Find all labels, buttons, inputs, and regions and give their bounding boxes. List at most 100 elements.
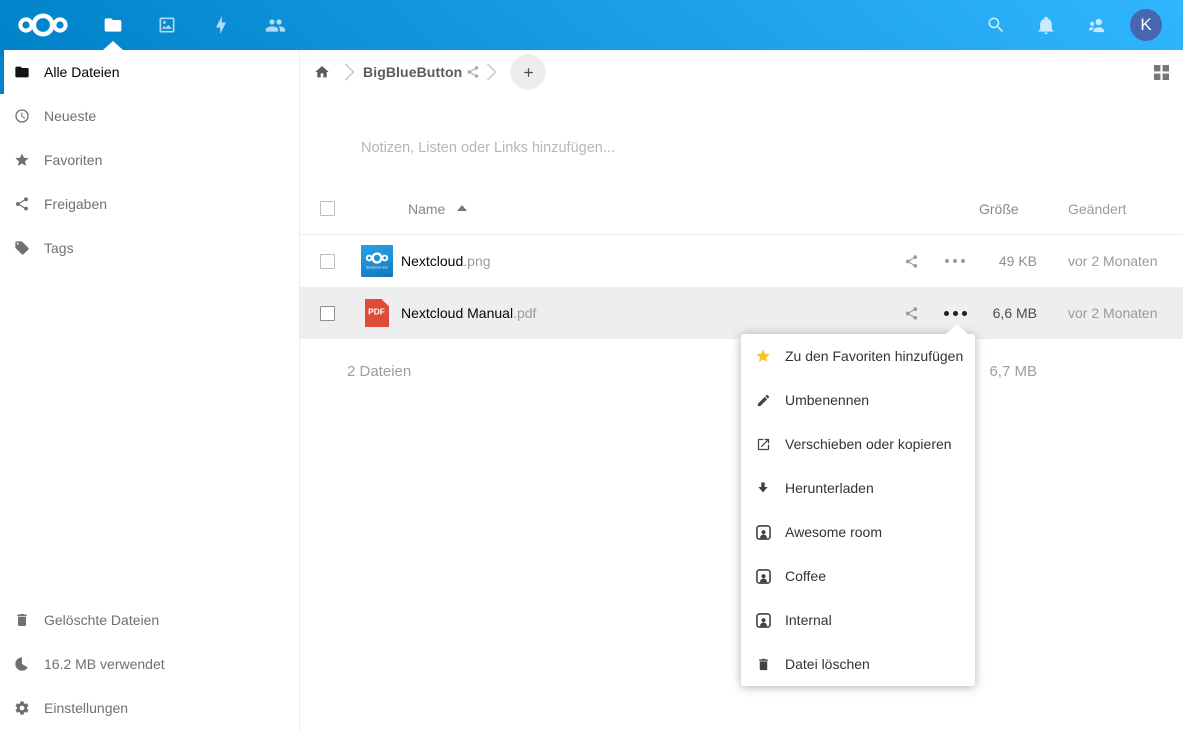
active-app-pointer xyxy=(103,41,123,50)
chevron-right-icon xyxy=(486,63,497,81)
contacts-menu-icon xyxy=(1086,15,1107,36)
file-row-nextcloud-manual-pdf[interactable]: PDF Nextcloud Manual.pdf 6,6 MB vor 2 Mo… xyxy=(300,287,1183,339)
trash-icon xyxy=(741,657,785,672)
select-all-checkbox[interactable] xyxy=(320,201,335,216)
row-checkbox[interactable] xyxy=(320,254,335,269)
share-icon xyxy=(0,196,44,212)
more-actions-button[interactable] xyxy=(933,239,977,283)
app-photos[interactable] xyxy=(140,0,194,50)
add-new-button[interactable] xyxy=(510,54,546,90)
header-bar: K xyxy=(0,0,1183,50)
column-header-modified[interactable]: Geändert xyxy=(1037,201,1183,217)
menu-item-room-internal[interactable]: Internal xyxy=(741,598,975,642)
chevron-right-icon xyxy=(344,63,355,81)
sort-ascending-icon xyxy=(457,205,467,211)
grid-view-toggle[interactable] xyxy=(1144,55,1178,89)
plus-icon xyxy=(521,65,536,80)
row-checkbox[interactable] xyxy=(320,306,335,321)
share-button[interactable] xyxy=(889,239,933,283)
file-size: 49 KB xyxy=(979,253,1037,269)
app-files[interactable] xyxy=(86,0,140,50)
row-actions xyxy=(889,239,979,283)
sidebar-item-tags[interactable]: Tags xyxy=(0,226,299,270)
sidebar-item-label: Freigaben xyxy=(44,196,107,212)
notifications-button[interactable] xyxy=(1021,0,1071,50)
file-table-header: Name Größe Geändert xyxy=(300,183,1183,235)
notes-placeholder: Notizen, Listen oder Links hinzufügen... xyxy=(361,140,615,156)
sidebar-item-label: Alle Dateien xyxy=(44,64,120,80)
grid-view-icon xyxy=(1154,65,1169,80)
sidebar-item-label: Einstellungen xyxy=(44,700,128,716)
files-content: BigBlueButton Notizen, Listen oder Links… xyxy=(300,50,1183,731)
sidebar-item-label: Favoriten xyxy=(44,152,102,168)
contacts-menu-button[interactable] xyxy=(1071,0,1121,50)
more-dots-icon xyxy=(943,259,967,263)
menu-item-move-copy[interactable]: Verschieben oder kopieren xyxy=(741,422,975,466)
clock-icon xyxy=(0,108,44,124)
breadcrumb-share-button[interactable] xyxy=(466,65,480,79)
star-icon xyxy=(741,348,785,364)
breadcrumb: BigBlueButton xyxy=(300,50,1183,94)
menu-caret xyxy=(946,324,968,334)
file-thumbnail-pdf[interactable]: PDF xyxy=(361,297,393,329)
share-icon xyxy=(904,306,919,321)
nextcloud-logo[interactable] xyxy=(13,8,73,42)
folder-icon xyxy=(0,64,44,80)
menu-item-rename[interactable]: Umbenennen xyxy=(741,378,975,422)
pencil-icon xyxy=(741,393,785,408)
sidebar-spacer xyxy=(0,270,299,598)
tag-icon xyxy=(0,240,44,256)
svg-text:Nextcloud Hub: Nextcloud Hub xyxy=(366,266,388,270)
sidebar-item-shares[interactable]: Freigaben xyxy=(0,182,299,226)
sidebar-item-deleted-files[interactable]: Gelöschte Dateien xyxy=(0,598,299,642)
breadcrumb-folder-name[interactable]: BigBlueButton xyxy=(363,64,462,80)
room-icon xyxy=(741,613,785,628)
more-dots-icon xyxy=(942,311,969,316)
user-avatar[interactable]: K xyxy=(1130,9,1162,41)
file-modified: vor 2 Monaten xyxy=(1037,305,1183,321)
sidebar-footer: Gelöschte Dateien 16.2 MB verwendet Eins… xyxy=(0,598,299,731)
row-checkbox-cell xyxy=(300,254,354,269)
menu-item-download[interactable]: Herunterladen xyxy=(741,466,975,510)
download-icon xyxy=(741,480,785,496)
search-icon xyxy=(986,15,1006,35)
app-navigation-sidebar: Alle Dateien Neueste Favoriten Freigaben… xyxy=(0,50,300,731)
move-copy-icon xyxy=(741,437,785,452)
trash-icon xyxy=(0,612,44,628)
quota-pie-icon xyxy=(0,656,44,672)
home-icon xyxy=(314,64,330,80)
sidebar-item-quota[interactable]: 16.2 MB verwendet xyxy=(0,642,299,686)
share-button[interactable] xyxy=(889,291,933,335)
room-icon xyxy=(741,569,785,584)
menu-item-delete[interactable]: Datei löschen xyxy=(741,642,975,686)
file-thumbnail-nextcloud-png[interactable]: Nextcloud Hub xyxy=(361,245,393,277)
file-row-nextcloud-png[interactable]: Nextcloud Hub Nextcloud.png 49 KB vor 2 … xyxy=(300,235,1183,287)
summary-total-size: 6,7 MB xyxy=(979,363,1037,380)
menu-item-room-awesome[interactable]: Awesome room xyxy=(741,510,975,554)
workspace-notes-input[interactable]: Notizen, Listen oder Links hinzufügen... xyxy=(300,94,1183,183)
notifications-bell-icon xyxy=(1036,15,1056,35)
menu-item-room-coffee[interactable]: Coffee xyxy=(741,554,975,598)
sidebar-item-favorites[interactable]: Favoriten xyxy=(0,138,299,182)
file-name[interactable]: Nextcloud.png xyxy=(401,253,889,269)
column-header-name[interactable]: Name xyxy=(362,201,889,217)
file-name[interactable]: Nextcloud Manual.pdf xyxy=(401,305,889,321)
app-contacts[interactable] xyxy=(248,0,302,50)
sidebar-item-all-files[interactable]: Alle Dateien xyxy=(0,50,299,94)
star-icon xyxy=(0,152,44,168)
row-checkbox-cell xyxy=(300,306,354,321)
column-header-size[interactable]: Größe xyxy=(979,201,1037,217)
app-menu xyxy=(86,0,302,50)
file-modified: vor 2 Monaten xyxy=(1037,253,1183,269)
sidebar-item-label: Neueste xyxy=(44,108,96,124)
svg-text:PDF: PDF xyxy=(368,307,385,317)
menu-item-favorite[interactable]: Zu den Favoriten hinzufügen xyxy=(741,334,975,378)
breadcrumb-home-button[interactable] xyxy=(300,50,344,94)
search-button[interactable] xyxy=(971,0,1021,50)
share-icon xyxy=(466,65,480,79)
app-activity[interactable] xyxy=(194,0,248,50)
settings-gear-icon xyxy=(0,700,44,716)
header-right-actions: K xyxy=(971,0,1183,50)
sidebar-item-settings[interactable]: Einstellungen xyxy=(0,686,299,730)
sidebar-item-recent[interactable]: Neueste xyxy=(0,94,299,138)
